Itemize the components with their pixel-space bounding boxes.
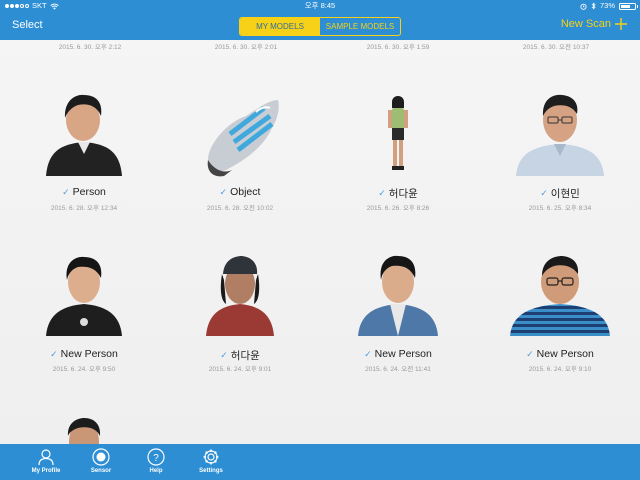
top-row-date: 2015. 6. 30. 오후 2:12 [58, 44, 122, 51]
tab-label: Help [149, 468, 163, 474]
segment-my-models[interactable]: MY MODELS [240, 18, 320, 35]
full-body-girl-icon [388, 96, 408, 170]
model-name: ✓ Object [219, 186, 261, 198]
tab-label: Sensor [90, 468, 112, 474]
tab-settings[interactable]: Settings [185, 448, 237, 474]
checkmark-icon: ✓ [364, 348, 372, 359]
signal-dots-icon [5, 4, 29, 8]
tab-my-profile[interactable]: My Profile [20, 448, 72, 474]
checkmark-icon: ✓ [50, 348, 58, 359]
model-card[interactable]: ✓ 허다윤 2015. 6. 24. 오후 9:01 [160, 252, 320, 373]
model-card[interactable]: ✓ 허다윤 2015. 6. 26. 오후 8:26 [318, 92, 478, 212]
model-name: ✓ New Person [364, 348, 432, 360]
model-date: 2015. 6. 24. 오후 9:01 [208, 366, 272, 373]
checkmark-icon: ✓ [219, 186, 228, 197]
gear-icon [203, 449, 219, 465]
new-scan-button[interactable]: New Scan [561, 17, 628, 31]
model-name: ✓ 허다윤 [220, 350, 260, 362]
model-date: 2015. 6. 26. 오후 8:26 [366, 205, 430, 212]
alarm-icon [580, 3, 587, 10]
status-left: SKT [5, 0, 59, 12]
checkmark-icon: ✓ [378, 188, 386, 198]
checkmark-icon: ✓ [540, 188, 548, 198]
model-card[interactable]: ✓ New Person 2015. 6. 24. 오전 11:41 [318, 252, 478, 373]
model-card[interactable]: ✓ New Person 2015. 6. 24. 오후 9:10 [480, 252, 640, 373]
shoe-icon [207, 100, 279, 177]
tab-sensor[interactable]: Sensor [75, 448, 127, 474]
tab-help[interactable]: ? Help [130, 448, 182, 474]
top-row-date: 2015. 6. 30. 오후 1:59 [366, 44, 430, 51]
model-date: 2015. 6. 28. 오후 12:34 [50, 205, 118, 212]
status-bar: SKT 오후 8:45 73% [0, 0, 640, 12]
plus-icon [615, 18, 627, 30]
wifi-icon [49, 3, 59, 10]
bust-man-striped-icon [510, 256, 610, 336]
model-date: 2015. 6. 25. 오후 8:34 [528, 205, 592, 212]
top-row-date: 2015. 6. 30. 오후 2:01 [214, 44, 278, 51]
select-button[interactable]: Select [12, 19, 43, 31]
checkmark-icon: ✓ [62, 186, 70, 197]
model-card[interactable]: ✓ 이현민 2015. 6. 25. 오후 8:34 [480, 92, 640, 212]
tab-label: My Profile [31, 468, 61, 474]
bust-boy-denim-icon [358, 255, 438, 336]
checkmark-icon: ✓ [220, 350, 228, 360]
model-date: 2015. 6. 24. 오전 11:41 [365, 366, 431, 373]
model-date: 2015. 6. 24. 오후 9:10 [528, 366, 592, 373]
help-icon: ? [147, 448, 165, 466]
model-card[interactable]: ✓ Person 2015. 6. 28. 오후 12:34 [4, 92, 164, 212]
model-card[interactable]: ✓ New Person 2015. 6. 24. 오후 9:50 [4, 252, 164, 373]
navigation-bar: Select MY MODELS SAMPLE MODELS New Scan [0, 12, 640, 40]
tab-label: Settings [199, 468, 223, 474]
model-name: ✓ Person [62, 186, 106, 198]
new-scan-label: New Scan [560, 18, 611, 30]
bust-man-glasses-icon [516, 94, 604, 176]
svg-text:?: ? [153, 453, 159, 464]
model-name: ✓ New Person [526, 348, 594, 360]
bluetooth-icon [591, 2, 596, 10]
model-name: ✓ 이현민 [540, 188, 580, 200]
battery-icon [619, 2, 638, 10]
model-card[interactable] [4, 416, 164, 444]
checkmark-icon: ✓ [526, 348, 534, 359]
bust-boy-icon [46, 94, 122, 176]
top-row-date: 2015. 6. 30. 오전 10:37 [522, 44, 590, 51]
segment-sample-models[interactable]: SAMPLE MODELS [320, 18, 400, 35]
model-date: 2015. 6. 24. 오후 9:50 [52, 366, 116, 373]
status-right: 73% [580, 0, 638, 12]
bust-girl-cap-icon [206, 256, 274, 336]
tab-bar: My Profile Sensor ? Help Settings [0, 444, 640, 480]
bust-partial-icon [67, 418, 101, 444]
models-segmented-control: MY MODELS SAMPLE MODELS [239, 17, 401, 36]
status-time: 오후 8:45 [304, 1, 336, 10]
sensor-icon [92, 448, 110, 466]
person-icon [38, 449, 54, 466]
carrier-label: SKT [32, 1, 47, 10]
bust-boy-black-shirt-icon [46, 256, 122, 336]
models-grid: 2015. 6. 30. 오후 2:12 2015. 6. 30. 오후 2:0… [0, 40, 640, 444]
battery-percent: 73% [599, 1, 615, 10]
model-name: ✓ New Person [50, 348, 118, 360]
model-card[interactable]: ✓ Object 2015. 6. 28. 오전 10:02 [160, 92, 320, 212]
model-name: ✓ 허다윤 [378, 188, 418, 200]
model-date: 2015. 6. 28. 오전 10:02 [206, 205, 274, 212]
